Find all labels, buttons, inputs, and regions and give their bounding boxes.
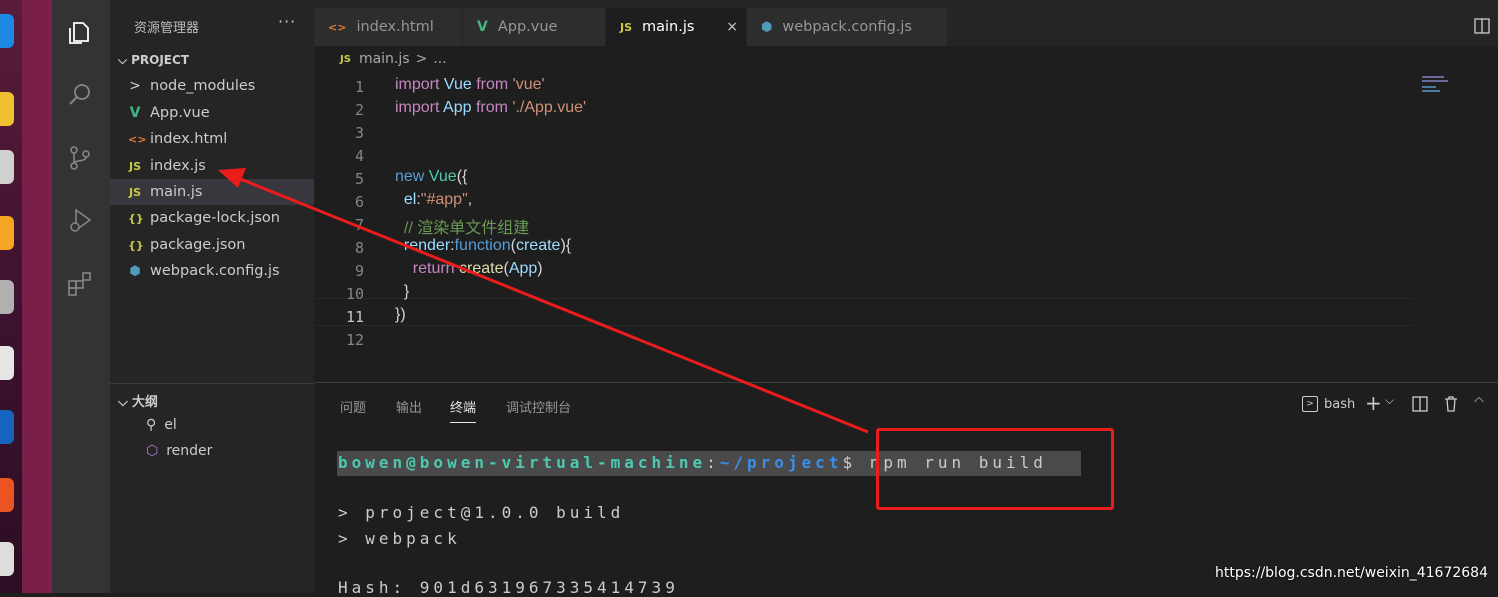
annotation-arrow [218, 168, 869, 434]
watermark: https://blog.csdn.net/weixin_41672684 [1214, 565, 1488, 581]
